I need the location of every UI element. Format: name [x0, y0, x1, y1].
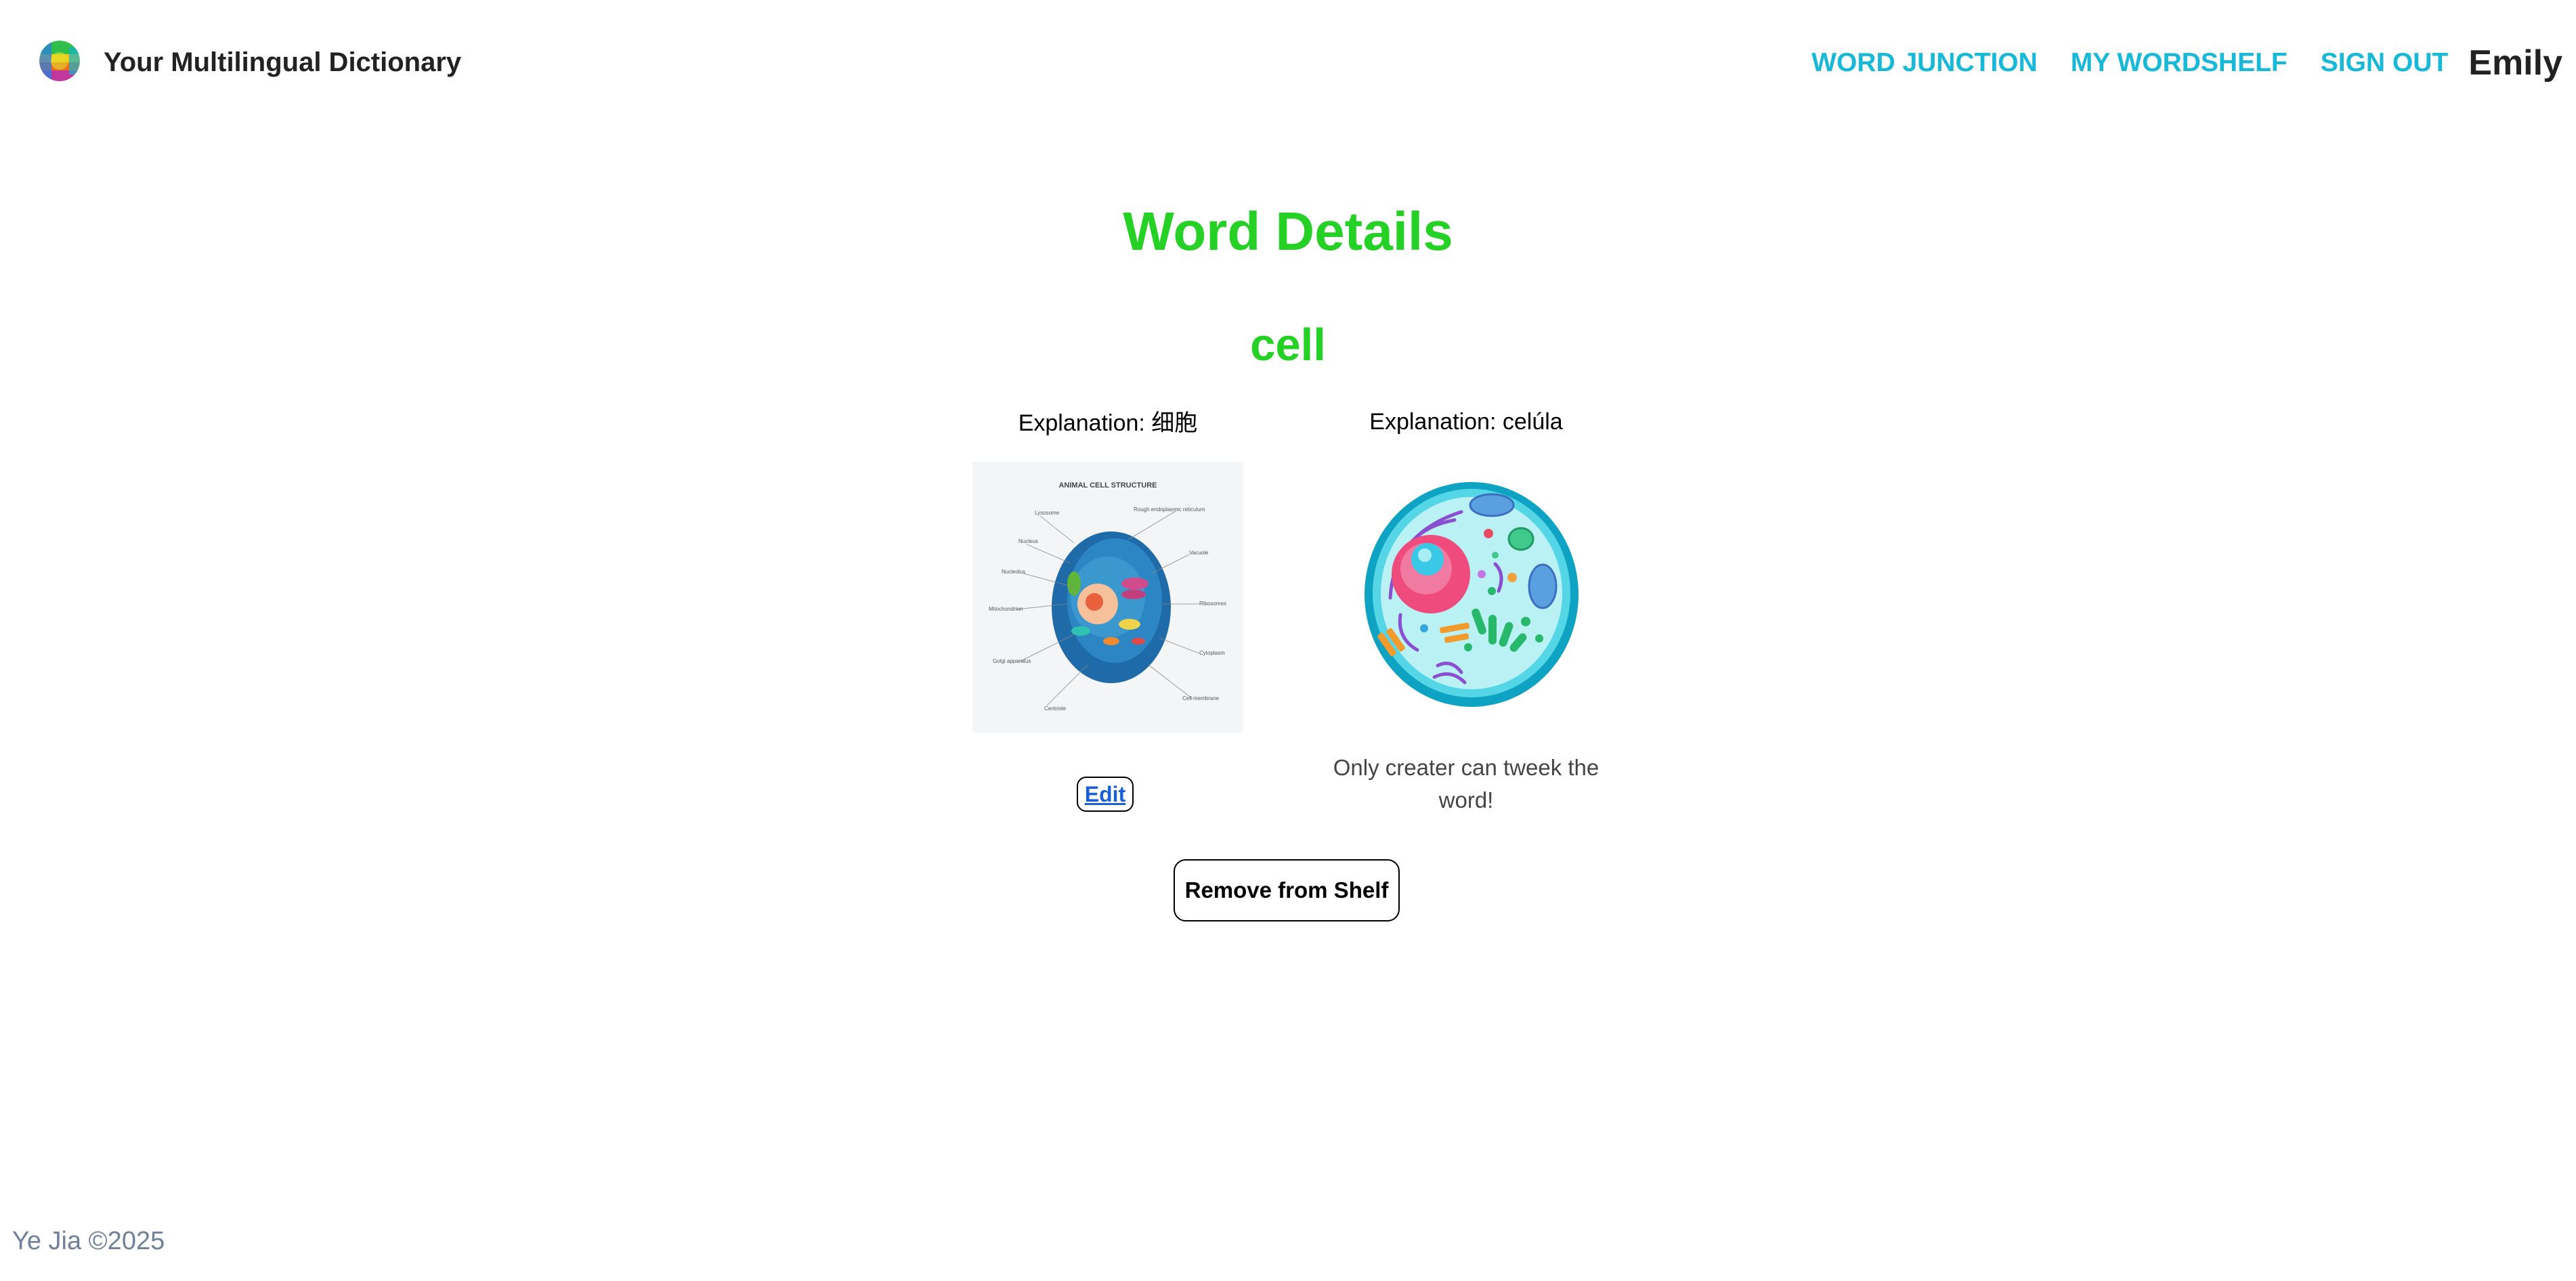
diagram-label: Cytoplasm — [1199, 650, 1225, 656]
header: Your Multilingual Dictionary WORD JUNCTI… — [0, 0, 2576, 126]
brand-title[interactable]: Your Multilingual Dictionary — [104, 45, 461, 80]
animal-cell-diagram-image: ANIMAL CELL STRUCTURE Lysosome Nucleus N… — [972, 462, 1243, 733]
globe-logo-icon[interactable] — [39, 41, 80, 81]
diagram-title: ANIMAL CELL STRUCTURE — [1058, 481, 1157, 490]
nav-word-junction[interactable]: WORD JUNCTION — [1811, 42, 2038, 84]
footer-credit: Ye Jia ©2025 — [12, 1227, 165, 1255]
diagram-label: Rough endoplasmic reticulum — [1134, 506, 1205, 513]
permission-note: Only creater can tweek the word! — [1333, 755, 1600, 812]
translation-card-chinese: Explanation: 细胞 ANIMAL CELL STRUCTURE Ly… — [972, 408, 1243, 812]
word-heading: cell — [1250, 320, 1326, 370]
diagram-label: Vacuole — [1189, 550, 1209, 556]
diagram-label: Cell membrane — [1182, 695, 1220, 701]
page-title: Word Details — [1123, 201, 1453, 261]
user-name: Emily — [2468, 43, 2562, 83]
explanation-text: Explanation: 细胞 — [1018, 410, 1198, 436]
nav-my-wordshelf[interactable]: MY WORDSHELF — [2071, 42, 2288, 84]
explanation-text: Explanation: celúla — [1369, 409, 1563, 435]
diagram-label: Golgi apparatus — [993, 658, 1031, 664]
diagram-label: Nucleolus — [1002, 569, 1025, 575]
cartoon-cell-image — [1360, 479, 1583, 710]
diagram-label: Mitochondrion — [989, 606, 1023, 612]
diagram-label: Centriole — [1044, 705, 1067, 712]
diagram-label: Ribosomes — [1199, 601, 1226, 607]
remove-from-shelf-button[interactable]: Remove from Shelf — [1174, 859, 1400, 921]
diagram-label: Nucleus — [1018, 538, 1038, 544]
top-nav: WORD JUNCTION MY WORDSHELF SIGN OUT Emil… — [1811, 42, 2562, 84]
translation-card-spanish: Explanation: celúla Only creater can twe… — [1321, 406, 1612, 812]
edit-button[interactable]: Edit — [1077, 777, 1134, 812]
nav-sign-out[interactable]: SIGN OUT — [2321, 42, 2449, 84]
diagram-label: Lysosome — [1035, 510, 1060, 516]
page: Your Multilingual Dictionary WORD JUNCTI… — [0, 0, 2576, 1281]
